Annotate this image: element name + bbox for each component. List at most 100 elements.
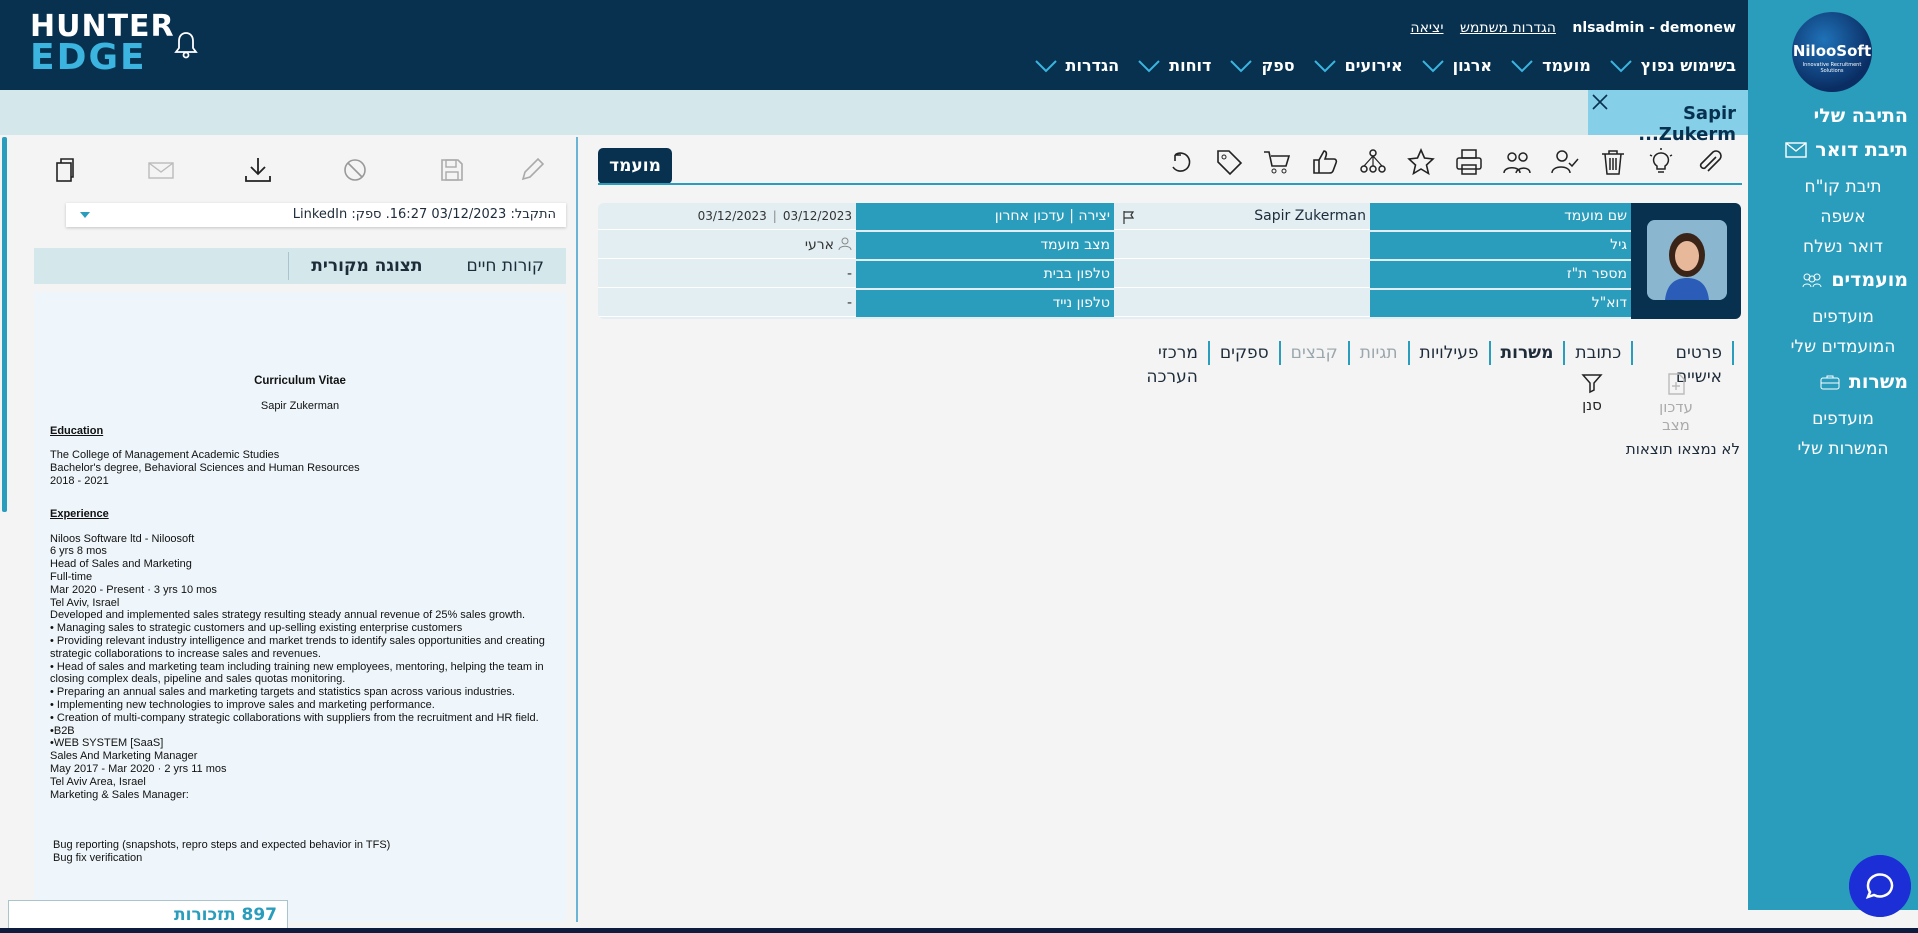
trash-icon[interactable] <box>1598 147 1628 177</box>
candidate-tabs: פרטים אישיים כתובת משרות פעילויות תגיות … <box>1110 339 1734 387</box>
niloosoft-logo[interactable]: NilooSoft Innovative Recruitment Solution… <box>1792 12 1872 92</box>
sidebar-candidates[interactable]: מועמדים <box>1748 268 1908 292</box>
no-results-text: לא נמצאו תוצאות <box>1625 440 1740 458</box>
bell-icon[interactable] <box>174 30 198 60</box>
chevron-down-icon <box>1138 59 1160 72</box>
mail-icon[interactable] <box>146 155 176 185</box>
cv-line: Tel Aviv Area, Israel <box>50 775 146 788</box>
menu-candidate[interactable]: מועמד <box>1510 56 1591 75</box>
right-sidebar: NilooSoft Innovative Recruitment Solution… <box>1748 0 1918 910</box>
cv-line: Developed and implemented sales strategy… <box>50 609 526 622</box>
user-icon <box>838 237 852 251</box>
refresh-icon[interactable] <box>1166 147 1196 177</box>
sidebar-item-my-candidates[interactable]: המועמדים שלי <box>1788 332 1898 362</box>
cv-line: Head of Sales and Marketing <box>50 558 192 571</box>
jobs-icon <box>1820 375 1840 390</box>
logout-link[interactable]: יציאה <box>1410 20 1443 36</box>
cart-icon[interactable] <box>1262 147 1292 177</box>
sidebar-item-fav-candidates[interactable]: מועדפים <box>1788 302 1898 332</box>
value-age <box>1114 232 1370 259</box>
close-icon[interactable] <box>1592 94 1608 110</box>
candidate-photo[interactable] <box>1647 220 1727 300</box>
tab-personal-details[interactable]: פרטים אישיים <box>1633 341 1734 387</box>
thumbs-up-icon[interactable] <box>1310 147 1340 177</box>
chevron-down-icon <box>1511 59 1533 72</box>
tab-activities[interactable]: פעילויות <box>1410 341 1491 365</box>
menu-common[interactable]: בשימוש נפוץ <box>1609 56 1736 75</box>
menu-settings[interactable]: הגדרות <box>1034 56 1119 75</box>
user-settings-link[interactable]: הגדרות משתמש <box>1460 20 1556 36</box>
tab-suppliers[interactable]: ספקים <box>1210 341 1281 365</box>
status-update-icon <box>1668 373 1685 395</box>
chevron-down-icon <box>1034 59 1057 72</box>
sidebar-jobs[interactable]: משרות <box>1748 370 1908 394</box>
tag-icon[interactable] <box>1214 147 1244 177</box>
tab-tags[interactable]: תגיות <box>1350 341 1410 365</box>
candidate-button[interactable]: מועמד <box>598 148 672 184</box>
cv-line: •B2B <box>50 724 75 737</box>
cv-line: • Managing sales to strategic customers … <box>50 622 463 635</box>
people-icon <box>1802 273 1822 288</box>
chat-icon[interactable] <box>1849 855 1911 917</box>
tab-cv[interactable]: קורות חיים <box>445 252 567 280</box>
main-menu: בשימוש נפוץ מועמד ארגון אירועים ספק דוחו… <box>1034 56 1736 75</box>
sidebar-item-cv-box[interactable]: תיבת קו"ח <box>1788 172 1898 202</box>
sidebar-item-trash[interactable]: אשפה <box>1788 202 1898 232</box>
tab-address[interactable]: כתובת <box>1565 341 1634 365</box>
menu-organization[interactable]: ארגון <box>1421 56 1492 75</box>
panel-divider[interactable] <box>576 137 578 922</box>
cv-line: May 2017 - Mar 2020 · 2 yrs 11 mos <box>50 762 227 775</box>
print-icon[interactable] <box>1454 147 1484 177</box>
label-mobile: טלפון נייד <box>856 290 1114 317</box>
paperclip-icon[interactable] <box>1694 147 1724 177</box>
tab-jobs[interactable]: משרות <box>1491 341 1566 365</box>
star-icon[interactable] <box>1406 147 1436 177</box>
tab-original-view[interactable]: תצוגה מקורית <box>288 252 444 280</box>
org-chart-icon[interactable] <box>1358 147 1388 177</box>
lightbulb-icon[interactable] <box>1646 147 1676 177</box>
filter-button[interactable]: סנן <box>1572 372 1612 414</box>
block-icon[interactable] <box>340 155 370 185</box>
tab-assessment-centers[interactable]: מרכזי הערכה <box>1110 341 1210 387</box>
edit-icon[interactable] <box>517 155 547 185</box>
cv-line: • Providing relevant industry intelligen… <box>50 634 545 660</box>
sidebar-item-sent[interactable]: דואר נשלח <box>1788 232 1898 262</box>
sidebar-mail-box[interactable]: תיבת דואר <box>1748 138 1908 162</box>
candidate-info-card: שם מועמד גיל מספר ת"ז דוא"ל Sapir Zukerm… <box>598 203 1741 319</box>
cv-line: Bug reporting (snapshots, repro steps an… <box>53 839 391 852</box>
value-home-phone: - <box>598 261 856 288</box>
menu-supplier[interactable]: ספק <box>1229 56 1295 75</box>
sidebar-my-box[interactable]: התיבה שלי <box>1748 104 1908 128</box>
reminders-button[interactable]: 897 תזכורות <box>8 900 288 930</box>
cv-line: •WEB SYSTEM [SaaS] <box>50 737 164 750</box>
cv-source-select[interactable]: התקבל: 03/12/2023 16:27. ספק: LinkedIn <box>66 203 566 227</box>
cv-title: Curriculum Vitae <box>254 375 346 387</box>
download-icon[interactable] <box>243 155 273 185</box>
tab-files[interactable]: קבצים <box>1281 341 1350 365</box>
menu-reports[interactable]: דוחות <box>1137 56 1211 75</box>
chevron-down-icon <box>1313 59 1336 72</box>
tab-strip <box>0 90 1748 135</box>
flag-icon[interactable] <box>1122 210 1136 224</box>
cv-line: • Creation of multi-company strategic co… <box>50 711 539 724</box>
update-status-button[interactable]: עדכון מצב <box>1644 372 1708 434</box>
menu-events[interactable]: אירועים <box>1313 56 1403 75</box>
tab-candidate-record[interactable]: Sapir Zukerm... <box>1588 90 1748 145</box>
user-check-icon[interactable] <box>1550 147 1580 177</box>
chevron-down-icon <box>1230 59 1253 72</box>
cv-line: Tel Aviv, Israel <box>50 596 120 609</box>
sidebar-item-fav-jobs[interactable]: מועדפים <box>1788 404 1898 434</box>
users-icon[interactable] <box>1502 147 1532 177</box>
top-bar: HUNTER EDGE nlsadmin - demonew הגדרות מש… <box>0 0 1748 90</box>
chevron-down-icon <box>80 212 90 218</box>
copy-icon[interactable] <box>50 155 80 185</box>
sidebar-item-my-jobs[interactable]: המשרות שלי <box>1788 434 1898 464</box>
scrollbar[interactable] <box>2 137 7 512</box>
value-mobile: - <box>598 290 856 317</box>
cv-document: Curriculum Vitae Sapir Zukerman Educatio… <box>34 292 566 922</box>
cv-heading-education: Education <box>50 424 104 437</box>
label-age: גיל <box>1370 232 1631 259</box>
save-icon[interactable] <box>437 155 467 185</box>
toolbar-divider <box>598 183 1742 185</box>
hunter-edge-logo[interactable]: HUNTER EDGE <box>30 12 175 76</box>
